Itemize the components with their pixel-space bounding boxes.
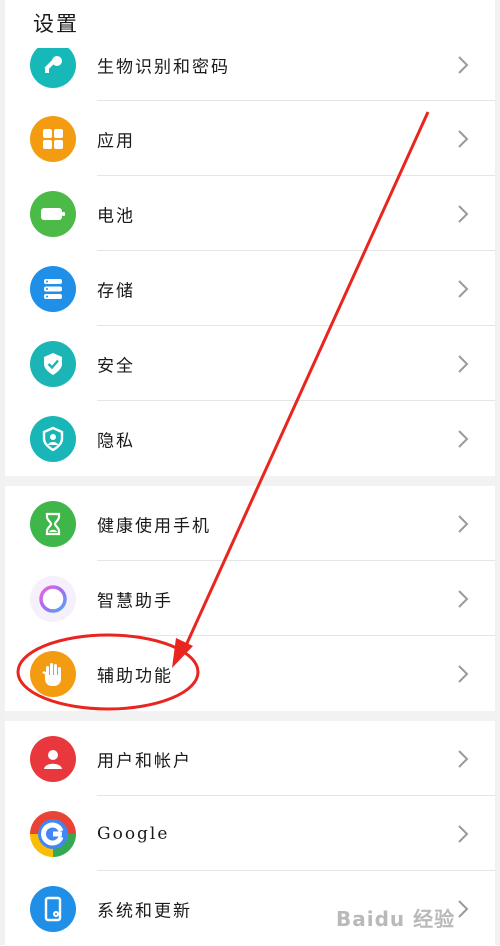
chevron-right-icon xyxy=(458,514,469,533)
settings-item-apps[interactable]: 应用 xyxy=(5,101,495,176)
settings-item-label: 系统和更新 xyxy=(97,901,192,921)
settings-item-label: 安全 xyxy=(97,356,135,376)
assistant-ring-icon xyxy=(30,575,76,622)
chevron-right-icon xyxy=(458,824,469,843)
settings-item-label: 应用 xyxy=(97,131,135,151)
settings-item-label: 存储 xyxy=(97,281,135,301)
group-separator xyxy=(5,711,495,721)
chevron-right-icon xyxy=(458,279,469,298)
settings-list: 生物识别和密码 应用 电池 存储 安全 隐私 健康使用手机 智慧助手 辅助功能 … xyxy=(5,28,495,946)
page-title: 设置 xyxy=(33,12,79,36)
settings-item-label: Google xyxy=(97,823,170,844)
chevron-right-icon xyxy=(458,55,469,74)
settings-item-security[interactable]: 安全 xyxy=(5,326,495,401)
group-separator xyxy=(5,476,495,486)
settings-item-assistant[interactable]: 智慧助手 xyxy=(5,561,495,636)
settings-item-label: 智慧助手 xyxy=(97,591,173,611)
chevron-right-icon xyxy=(458,204,469,223)
header-bar: 设置 xyxy=(5,0,495,48)
right-edge xyxy=(495,0,500,945)
hourglass-icon xyxy=(30,500,76,547)
apps-grid-icon xyxy=(30,115,76,162)
key-icon xyxy=(30,41,76,88)
settings-item-battery[interactable]: 电池 xyxy=(5,176,495,251)
chevron-right-icon xyxy=(458,664,469,683)
google-icon xyxy=(30,810,76,857)
chevron-right-icon xyxy=(458,589,469,608)
shield-check-icon xyxy=(30,340,76,387)
settings-item-label: 辅助功能 xyxy=(97,666,173,686)
chevron-right-icon xyxy=(458,354,469,373)
hand-icon xyxy=(30,650,76,697)
settings-item-label: 用户和帐户 xyxy=(97,751,192,771)
settings-group-1: 生物识别和密码 应用 电池 存储 安全 隐私 xyxy=(5,28,495,476)
battery-icon xyxy=(30,190,76,237)
settings-item-storage[interactable]: 存储 xyxy=(5,251,495,326)
chevron-right-icon xyxy=(458,429,469,448)
phone-settings-icon xyxy=(30,885,76,932)
settings-group-2: 健康使用手机 智慧助手 辅助功能 xyxy=(5,486,495,711)
watermark: Baidu 经验 xyxy=(336,903,486,939)
settings-item-users[interactable]: 用户和帐户 xyxy=(5,721,495,796)
settings-item-accessibility[interactable]: 辅助功能 xyxy=(5,636,495,711)
chevron-right-icon xyxy=(458,129,469,148)
settings-item-google[interactable]: Google xyxy=(5,796,495,871)
settings-item-privacy[interactable]: 隐私 xyxy=(5,401,495,476)
storage-icon xyxy=(30,265,76,312)
user-icon xyxy=(30,735,76,782)
chevron-right-icon xyxy=(458,749,469,768)
settings-item-wellbeing[interactable]: 健康使用手机 xyxy=(5,486,495,561)
settings-item-label: 电池 xyxy=(97,206,135,226)
settings-item-label: 隐私 xyxy=(97,431,135,451)
watermark-text: Baidu 经验 xyxy=(336,907,456,931)
settings-item-label: 生物识别和密码 xyxy=(97,57,230,77)
privacy-icon xyxy=(30,415,76,462)
settings-item-label: 健康使用手机 xyxy=(97,516,211,536)
